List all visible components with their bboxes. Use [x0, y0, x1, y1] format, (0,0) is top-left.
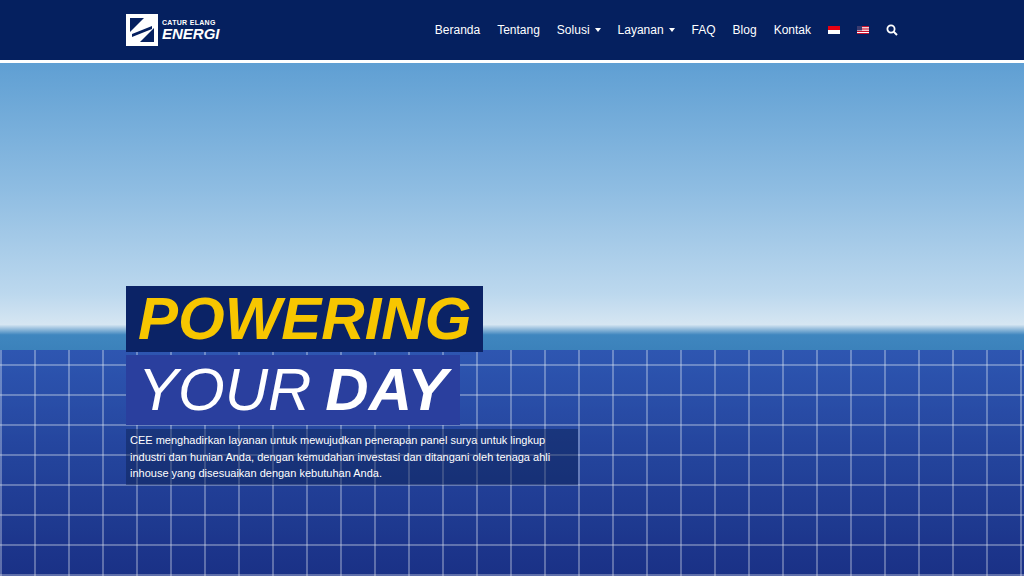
logo-icon	[126, 14, 158, 46]
nav-item[interactable]: FAQ	[692, 23, 716, 37]
hero-title-line2: YOURDAY	[126, 355, 460, 425]
us-flag-icon[interactable]	[857, 26, 869, 34]
hero-title-line1: POWERING	[126, 286, 483, 352]
nav-item[interactable]: Blog	[733, 23, 757, 37]
nav-item[interactable]: Layanan	[618, 23, 675, 37]
hero-description: CEE menghadirkan layanan untuk mewujudka…	[126, 429, 578, 485]
nav-item[interactable]: Tentang	[497, 23, 540, 37]
nav-item[interactable]: Kontak	[774, 23, 811, 37]
logo-bottom: ENERGI	[162, 26, 220, 41]
logo-text: CATUR ELANGENERGI	[162, 19, 220, 41]
page: CATUR ELANGENERGI Beranda Tentang Solusi Lay…	[0, 0, 1024, 576]
indonesia-flag-icon[interactable]	[828, 26, 840, 34]
navbar: CATUR ELANGENERGI Beranda Tentang Solusi Lay…	[0, 0, 1024, 63]
nav-menu: Beranda Tentang Solusi Layanan FAQ Blog Kontak	[435, 23, 898, 37]
nav-item[interactable]: Beranda	[435, 23, 480, 37]
caret-icon	[669, 28, 675, 32]
search-icon[interactable]	[886, 24, 898, 36]
logo-top: CATUR ELANG	[162, 19, 220, 26]
caret-icon	[595, 28, 601, 32]
nav-item[interactable]: Solusi	[557, 23, 601, 37]
logo[interactable]: CATUR ELANGENERGI	[126, 14, 220, 46]
hero: POWERINGYOURDAYCEE menghadirkan layanan …	[0, 63, 1024, 576]
